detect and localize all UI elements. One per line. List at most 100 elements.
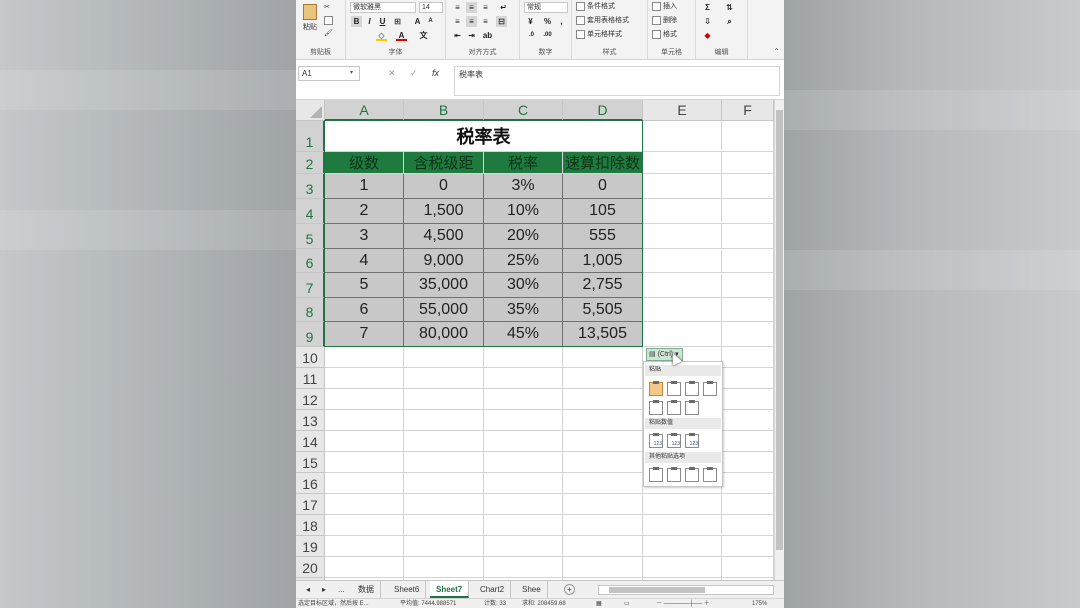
- decrease-decimal-icon[interactable]: .00: [542, 30, 553, 41]
- paste-no-borders-icon[interactable]: [649, 400, 663, 415]
- tab-more[interactable]: ...: [332, 581, 351, 598]
- normal-view-icon[interactable]: ▦: [596, 599, 602, 608]
- vertical-scrollbar[interactable]: [774, 100, 784, 580]
- outdent-icon[interactable]: ⇥: [466, 30, 477, 41]
- row-header-16[interactable]: 16: [296, 473, 325, 494]
- cancel-icon[interactable]: ✕: [388, 66, 396, 81]
- page-layout-view-icon[interactable]: ▭: [624, 599, 630, 608]
- select-all-button[interactable]: [296, 100, 325, 121]
- row-header-1[interactable]: 1: [296, 121, 325, 152]
- sort-filter-icon[interactable]: ⇅: [724, 2, 735, 13]
- row-header-14[interactable]: 14: [296, 431, 325, 452]
- paste-all-icon[interactable]: [649, 381, 663, 396]
- paste-formatting-icon[interactable]: [649, 467, 663, 482]
- conditional-format-button[interactable]: 条件格式: [576, 1, 615, 13]
- paste-values-number-format-icon[interactable]: 123: [667, 433, 681, 448]
- cut-icon[interactable]: ✂: [324, 2, 330, 14]
- column-header-a[interactable]: A: [325, 100, 404, 121]
- phonetic-icon[interactable]: 文: [418, 30, 429, 41]
- format-painter-icon[interactable]: 🖌: [324, 28, 333, 40]
- column-header-e[interactable]: E: [643, 100, 722, 121]
- paste-keep-column-width-icon[interactable]: [667, 400, 681, 415]
- column-header-c[interactable]: C: [484, 100, 563, 121]
- increase-decimal-icon[interactable]: .0: [526, 30, 537, 41]
- paste-link-icon[interactable]: [667, 467, 681, 482]
- row-header-7[interactable]: 7: [296, 273, 325, 298]
- paste-values-source-format-icon[interactable]: 123: [685, 433, 699, 448]
- row-header-3[interactable]: 3: [296, 174, 325, 199]
- row-header-13[interactable]: 13: [296, 410, 325, 431]
- copy-icon[interactable]: [324, 15, 335, 27]
- align-right-icon[interactable]: ≡: [480, 16, 491, 27]
- delete-button[interactable]: 删除: [652, 15, 677, 27]
- collapse-ribbon-icon[interactable]: ⌃: [773, 47, 780, 56]
- horizontal-scroll-thumb[interactable]: [609, 587, 705, 593]
- sheet-tab-0[interactable]: 数据: [352, 581, 381, 598]
- add-sheet-button[interactable]: +: [564, 584, 575, 595]
- sheet-tab-2[interactable]: Sheet7: [430, 581, 470, 598]
- indent-icon[interactable]: ⇤: [452, 30, 463, 41]
- insert-button[interactable]: 插入: [652, 1, 677, 13]
- row-header-2[interactable]: 2: [296, 152, 325, 174]
- wrap-text-icon[interactable]: ↵: [498, 2, 509, 13]
- font-size-select[interactable]: 14: [419, 2, 443, 13]
- row-header-10[interactable]: 10: [296, 347, 325, 368]
- align-bottom-icon[interactable]: ≡: [480, 2, 491, 13]
- number-format-select[interactable]: 常规: [524, 2, 568, 13]
- paste-button[interactable]: 粘贴: [300, 4, 320, 38]
- font-color-icon[interactable]: A: [396, 30, 407, 41]
- insert-function-icon[interactable]: fx: [432, 66, 439, 81]
- align-top-icon[interactable]: ≡: [452, 2, 463, 13]
- sheet-tab-4[interactable]: Shee: [516, 581, 548, 598]
- row-header-12[interactable]: 12: [296, 389, 325, 410]
- row-header-19[interactable]: 19: [296, 536, 325, 557]
- paste-transpose-icon[interactable]: [685, 400, 699, 415]
- row-header-20[interactable]: 20: [296, 557, 325, 578]
- merge-center-icon[interactable]: ⊟: [496, 16, 507, 27]
- currency-icon[interactable]: ¥: [525, 16, 536, 27]
- percent-icon[interactable]: %: [542, 16, 553, 27]
- cell-style-button[interactable]: 单元格样式: [576, 29, 622, 41]
- autosum-icon[interactable]: Σ: [702, 2, 713, 13]
- row-header-6[interactable]: 6: [296, 249, 325, 273]
- tab-scroll-prev[interactable]: ◂: [300, 581, 316, 598]
- row-header-17[interactable]: 17: [296, 494, 325, 515]
- paste-picture-icon[interactable]: [685, 467, 699, 482]
- row-header-15[interactable]: 15: [296, 452, 325, 473]
- sheet-tab-1[interactable]: Sheet6: [388, 581, 427, 598]
- align-left-icon[interactable]: ≡: [452, 16, 463, 27]
- find-icon[interactable]: ⌕: [724, 16, 735, 27]
- table-format-button[interactable]: 套用表格格式: [576, 15, 629, 27]
- column-header-b[interactable]: B: [404, 100, 484, 121]
- column-header-d[interactable]: D: [563, 100, 643, 121]
- align-center-icon[interactable]: ≡: [466, 16, 477, 27]
- row-header-8[interactable]: 8: [296, 298, 325, 322]
- sheet-tab-3[interactable]: Chart2: [474, 581, 512, 598]
- bold-button[interactable]: B: [351, 16, 362, 27]
- zoom-level[interactable]: 175%: [752, 599, 767, 608]
- name-box-dropdown-icon[interactable]: ▾: [350, 69, 353, 76]
- row-header-9[interactable]: 9: [296, 322, 325, 347]
- paste-formulas-number-format-icon[interactable]: [685, 381, 699, 396]
- comma-icon[interactable]: ,: [556, 16, 567, 27]
- enter-icon[interactable]: ✓: [410, 66, 418, 81]
- spreadsheet-grid[interactable]: ABCDEF123456789101112131415161718192021税…: [296, 100, 774, 580]
- row-header-11[interactable]: 11: [296, 368, 325, 389]
- zoom-slider[interactable]: － ──────┼── ＋: [656, 599, 710, 608]
- column-header-f[interactable]: F: [722, 100, 774, 121]
- font-shrink-icon[interactable]: A: [425, 16, 436, 27]
- italic-button[interactable]: I: [364, 16, 375, 27]
- font-grow-icon[interactable]: A: [412, 16, 423, 27]
- fill-color-icon[interactable]: ◇: [376, 30, 387, 41]
- row-header-4[interactable]: 4: [296, 199, 325, 224]
- vertical-scroll-thumb[interactable]: [776, 110, 783, 550]
- orientation-icon[interactable]: ab: [482, 30, 493, 41]
- row-header-5[interactable]: 5: [296, 224, 325, 249]
- paste-linked-picture-icon[interactable]: [703, 467, 717, 482]
- border-icon[interactable]: ⊞: [392, 16, 403, 27]
- align-middle-icon[interactable]: ≡: [466, 2, 477, 13]
- format-button[interactable]: 格式: [652, 29, 677, 41]
- clear-icon[interactable]: ◆: [702, 30, 713, 41]
- underline-button[interactable]: U: [377, 16, 388, 27]
- horizontal-scrollbar[interactable]: [598, 585, 774, 595]
